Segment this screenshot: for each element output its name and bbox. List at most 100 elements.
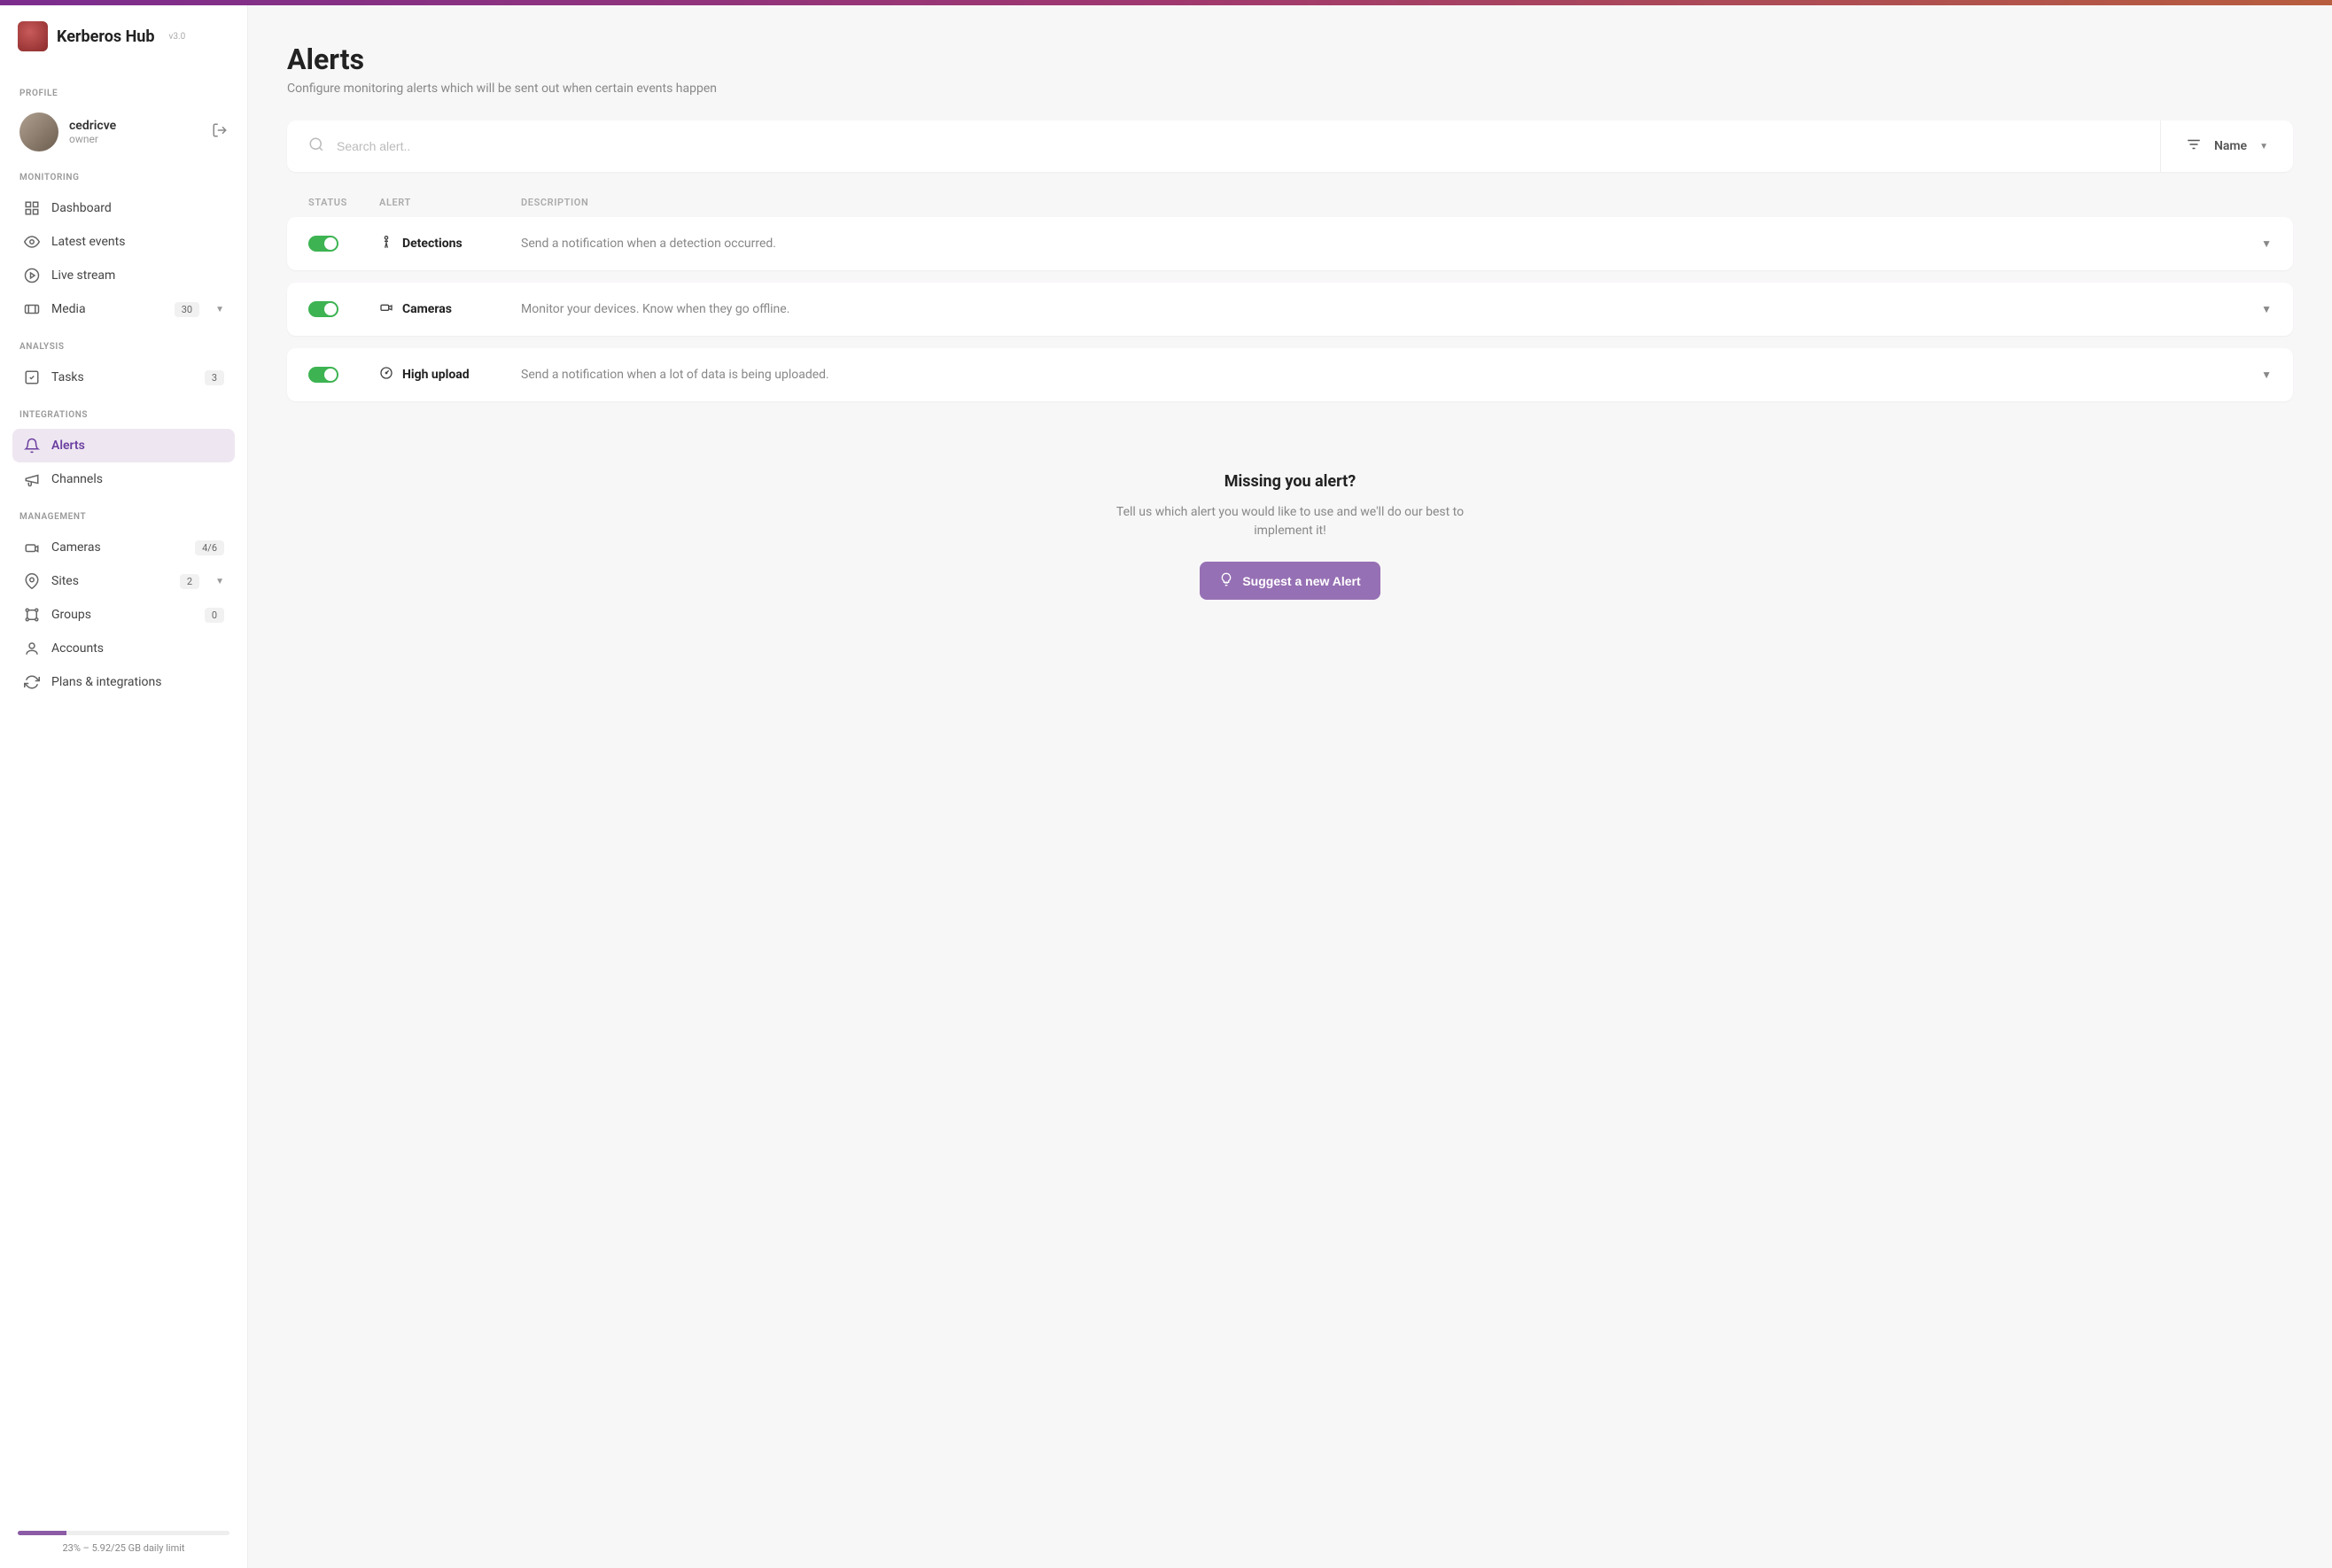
media-icon [23, 301, 41, 317]
pin-icon [23, 573, 41, 589]
avatar [19, 113, 58, 151]
alert-row-high-upload[interactable]: High upload Send a notification when a l… [287, 348, 2293, 401]
sites-badge: 2 [180, 574, 199, 589]
profile-row[interactable]: cedricve owner [12, 107, 235, 157]
search-box[interactable] [287, 120, 2161, 172]
sidebar-item-label: Groups [51, 608, 91, 622]
section-monitoring: MONITORING [19, 173, 235, 182]
app-name: Kerberos Hub [57, 27, 155, 46]
alert-description: Send a notification when a detection occ… [521, 237, 2261, 251]
suggest-alert-button[interactable]: Suggest a new Alert [1200, 562, 1380, 600]
gauge-icon [379, 366, 393, 384]
missing-title: Missing you alert? [287, 472, 2293, 491]
sidebar-item-label: Sites [51, 574, 79, 588]
alert-description: Monitor your devices. Know when they go … [521, 302, 2261, 316]
sidebar-item-label: Dashboard [51, 201, 112, 215]
eye-icon [23, 234, 41, 250]
alert-title: Cameras [402, 302, 452, 316]
suggest-button-label: Suggest a new Alert [1242, 574, 1360, 588]
user-name: cedricve [69, 119, 116, 133]
alert-row-detections[interactable]: Detections Send a notification when a de… [287, 217, 2293, 270]
chevron-down-icon: ▼ [215, 577, 224, 586]
sidebar-item-label: Latest events [51, 235, 125, 249]
sort-control[interactable]: Name ▼ [2161, 120, 2293, 172]
sidebar-item-label: Live stream [51, 268, 115, 283]
tasks-badge: 3 [205, 370, 224, 385]
bell-icon [23, 438, 41, 454]
sidebar-item-tasks[interactable]: Tasks 3 [12, 361, 235, 394]
sidebar-item-dashboard[interactable]: Dashboard [12, 191, 235, 225]
sidebar-item-latest-events[interactable]: Latest events [12, 225, 235, 259]
sidebar-item-accounts[interactable]: Accounts [12, 632, 235, 665]
user-icon [23, 640, 41, 656]
usage-progress-bar [18, 1531, 229, 1535]
sidebar: Kerberos Hub v3.0 PROFILE cedricve owner… [0, 0, 248, 1568]
person-icon [379, 235, 393, 252]
status-toggle[interactable] [308, 301, 338, 317]
sync-icon [23, 674, 41, 690]
logo-block: Kerberos Hub v3.0 [12, 21, 235, 51]
sidebar-item-live-stream[interactable]: Live stream [12, 259, 235, 292]
sidebar-item-plans[interactable]: Plans & integrations [12, 665, 235, 699]
section-integrations: INTEGRATIONS [19, 410, 235, 420]
alert-row-cameras[interactable]: Cameras Monitor your devices. Know when … [287, 283, 2293, 336]
sidebar-item-label: Channels [51, 472, 103, 486]
checkbox-icon [23, 369, 41, 385]
filter-icon [2186, 136, 2202, 156]
sidebar-item-channels[interactable]: Channels [12, 462, 235, 496]
section-management: MANAGEMENT [19, 512, 235, 522]
sidebar-item-label: Accounts [51, 641, 104, 656]
sidebar-item-label: Tasks [51, 370, 84, 384]
logout-icon[interactable] [212, 122, 228, 142]
camera-icon [23, 539, 41, 555]
sidebar-item-label: Plans & integrations [51, 675, 161, 689]
usage-block: 23% – 5.92/25 GB daily limit [12, 1531, 235, 1554]
table-header: STATUS ALERT DESCRIPTION [287, 197, 2293, 208]
cameras-badge: 4/6 [195, 540, 224, 555]
alert-description: Send a notification when a lot of data i… [521, 368, 2261, 382]
lightbulb-icon [1219, 572, 1233, 589]
user-role: owner [69, 133, 116, 145]
search-input[interactable] [337, 139, 2139, 153]
sidebar-item-cameras[interactable]: Cameras 4/6 [12, 531, 235, 564]
media-badge: 30 [175, 302, 199, 317]
app-version: v3.0 [169, 32, 186, 42]
alert-title: Detections [402, 237, 463, 251]
alert-title: High upload [402, 368, 470, 382]
section-analysis: ANALYSIS [19, 342, 235, 352]
search-sort-bar: Name ▼ [287, 120, 2293, 172]
play-circle-icon [23, 268, 41, 283]
logo-icon [18, 21, 48, 51]
chevron-down-icon: ▼ [215, 305, 224, 314]
camera-icon [379, 300, 393, 318]
chevron-down-icon[interactable]: ▼ [2261, 237, 2272, 250]
sort-label: Name [2214, 139, 2247, 153]
dashboard-icon [23, 200, 41, 216]
chevron-down-icon[interactable]: ▼ [2261, 369, 2272, 381]
top-accent-bar [0, 0, 2332, 5]
usage-text: 23% – 5.92/25 GB daily limit [18, 1542, 229, 1554]
sidebar-item-groups[interactable]: Groups 0 [12, 598, 235, 632]
chevron-down-icon[interactable]: ▼ [2261, 303, 2272, 315]
sidebar-item-sites[interactable]: Sites 2 ▼ [12, 564, 235, 598]
page-title: Alerts [287, 43, 2293, 76]
sidebar-item-label: Alerts [51, 439, 85, 453]
col-description: DESCRIPTION [521, 197, 2272, 208]
col-alert: ALERT [379, 197, 521, 208]
status-toggle[interactable] [308, 367, 338, 383]
missing-body: Tell us which alert you would like to us… [1086, 503, 1494, 540]
sidebar-item-alerts[interactable]: Alerts [12, 429, 235, 462]
search-icon [308, 136, 324, 156]
page-subtitle: Configure monitoring alerts which will b… [287, 82, 2293, 96]
chevron-down-icon: ▼ [2259, 142, 2268, 151]
status-toggle[interactable] [308, 236, 338, 252]
section-profile: PROFILE [19, 89, 235, 98]
sidebar-item-label: Media [51, 302, 86, 316]
main-content: Alerts Configure monitoring alerts which… [248, 0, 2332, 1568]
megaphone-icon [23, 471, 41, 487]
sidebar-item-media[interactable]: Media 30 ▼ [12, 292, 235, 326]
groups-badge: 0 [205, 608, 224, 623]
groups-icon [23, 607, 41, 623]
missing-alert-block: Missing you alert? Tell us which alert y… [287, 472, 2293, 600]
sidebar-item-label: Cameras [51, 540, 101, 555]
